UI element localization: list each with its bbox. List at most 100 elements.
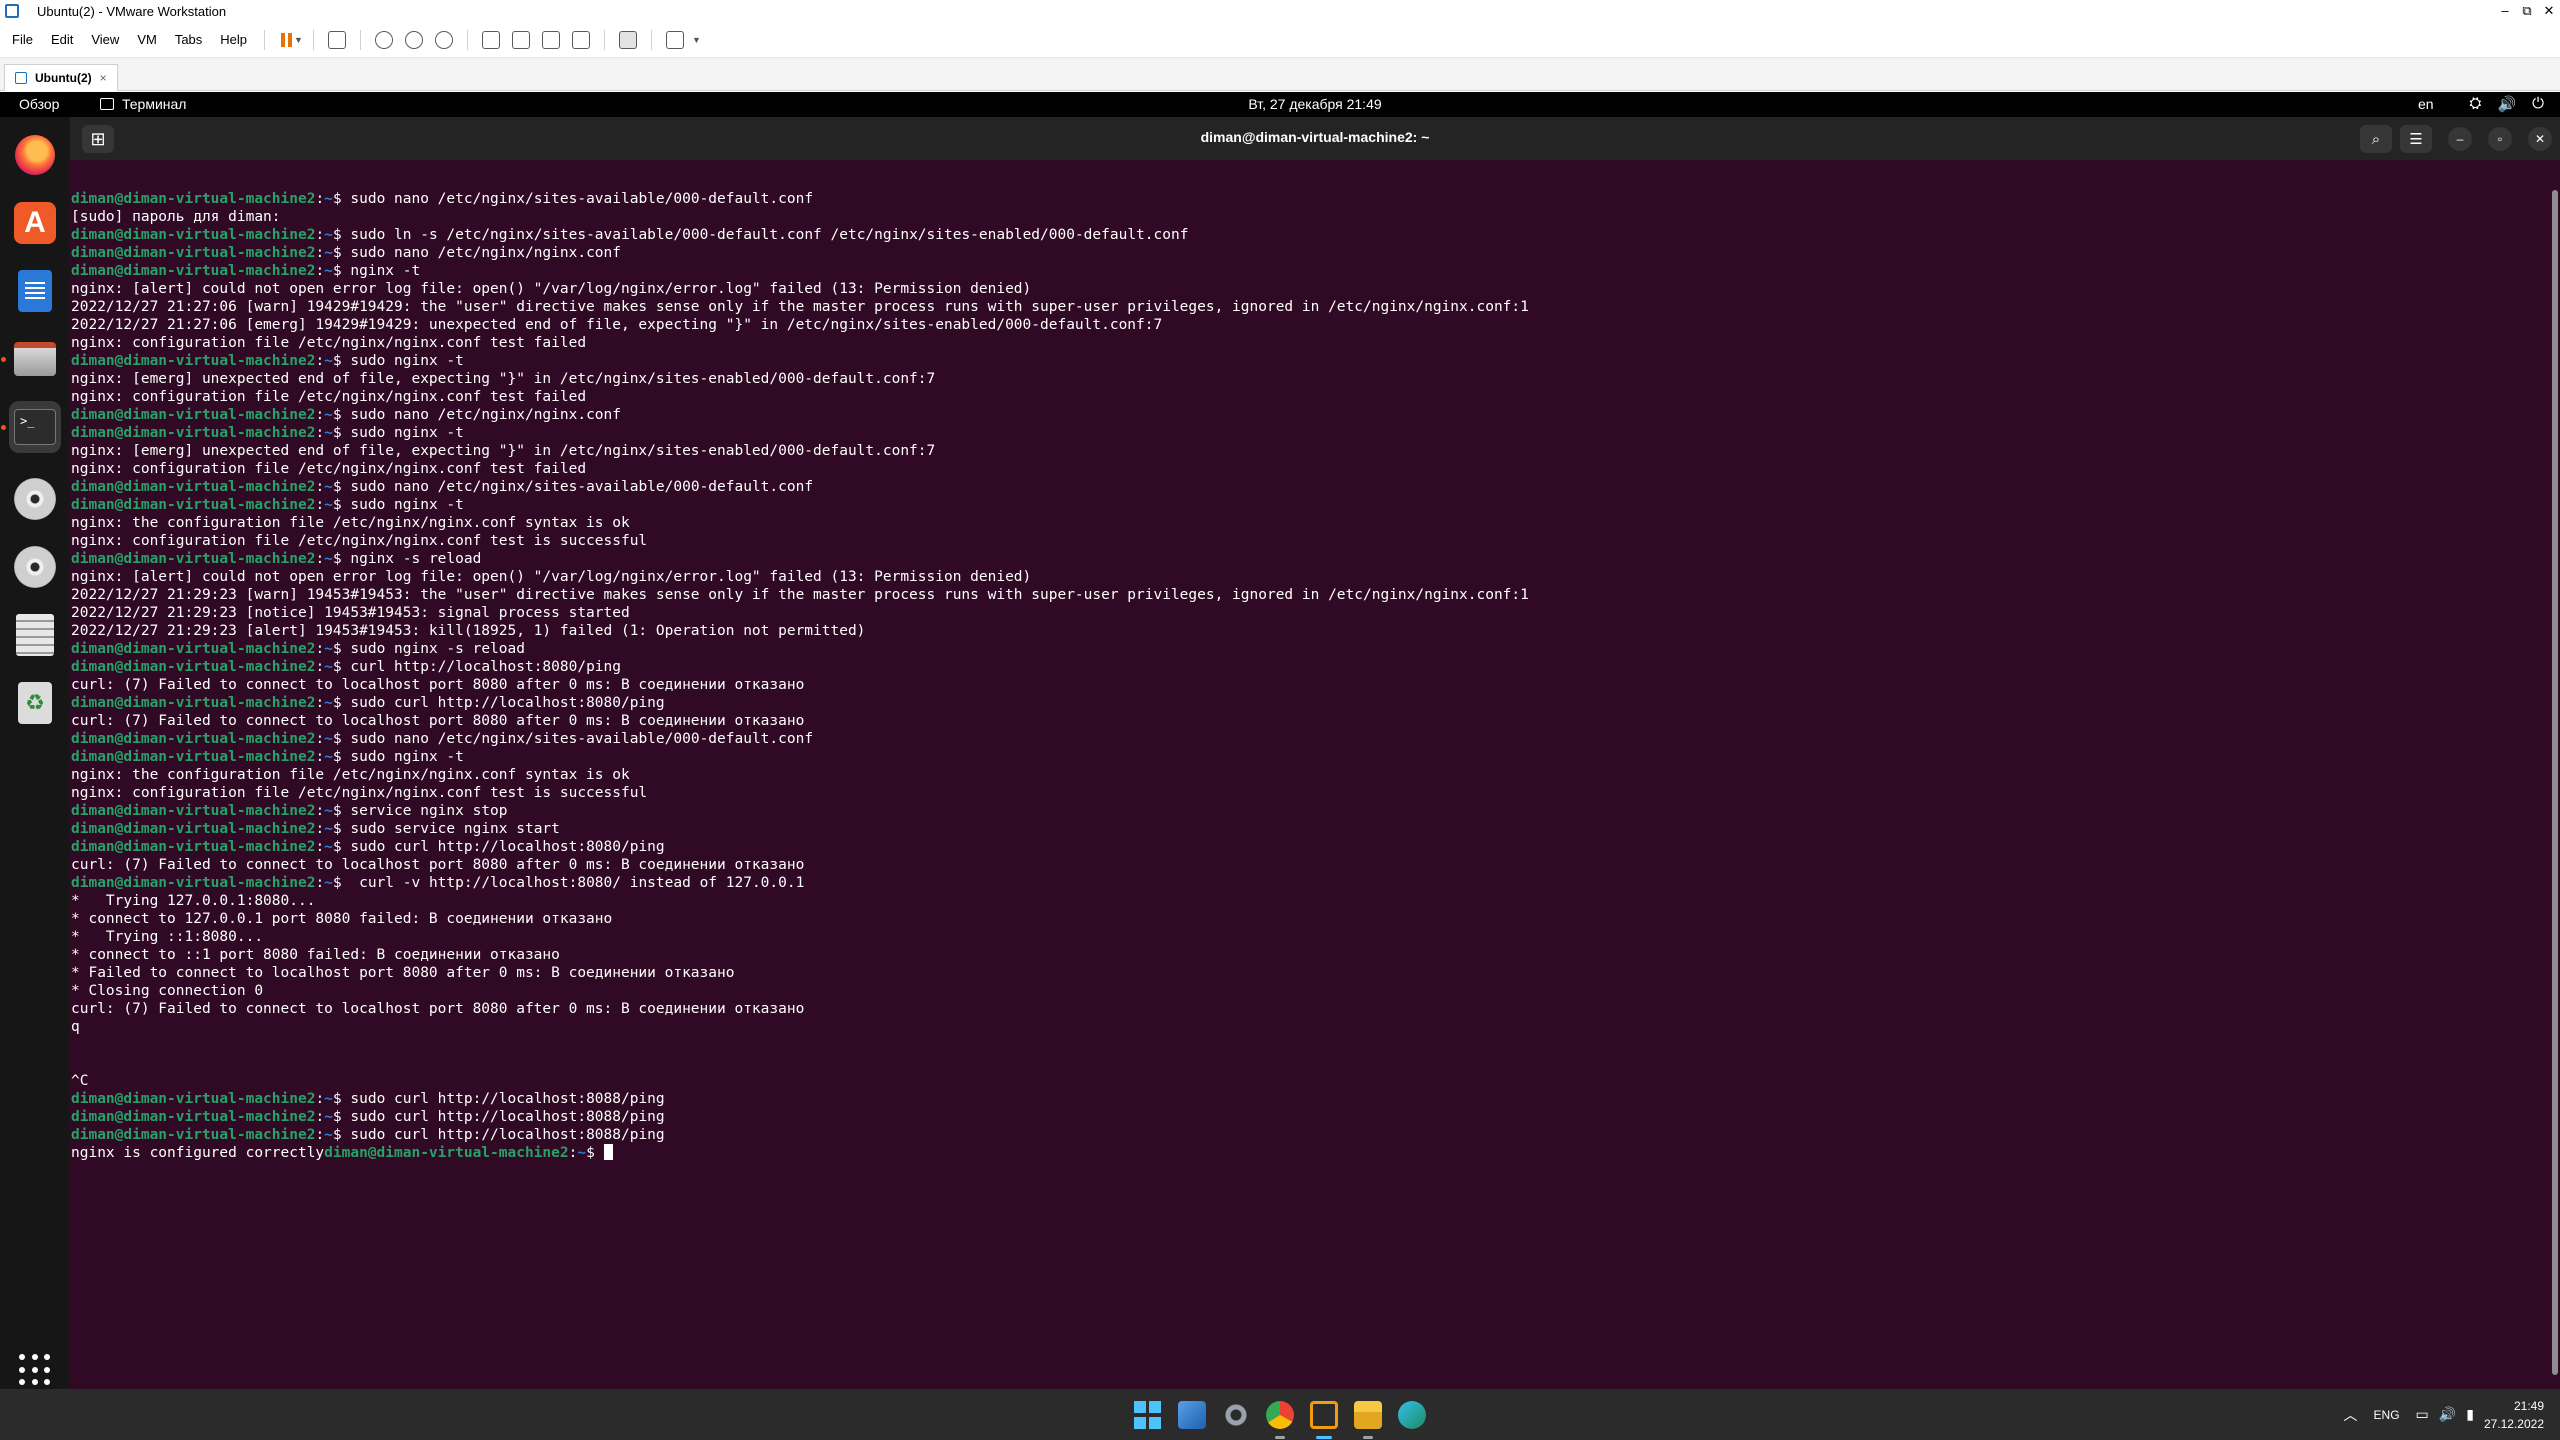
command-text: sudo nginx -t [350, 425, 464, 441]
terminal-line: * connect to 127.0.0.1 port 8080 failed:… [71, 910, 1529, 928]
minimize-button[interactable]: – [2494, 0, 2516, 22]
stretch-guest-icon[interactable] [665, 30, 684, 49]
menu-view[interactable]: View [82, 32, 128, 47]
dock-disc-2[interactable] [9, 541, 61, 593]
terminal-line: 2022/12/27 21:27:06 [emerg] 19429#19429:… [71, 316, 1529, 334]
menu-help[interactable]: Help [211, 32, 256, 47]
prompt-user-host: diman@diman-virtual-machine2 [71, 659, 316, 675]
output-text: * Failed to connect to localhost port 80… [71, 965, 735, 981]
command-text: nginx -s reload [350, 551, 482, 567]
search-icon[interactable]: ⌕ [2360, 125, 2392, 153]
terminal-line: diman@diman-virtual-machine2:~$ curl -v … [71, 875, 805, 891]
command-text: sudo curl http://localhost:8080/ping [350, 839, 665, 855]
keyboard-layout[interactable]: en [2418, 96, 2434, 112]
input-language[interactable]: ENG [2374, 1408, 2400, 1422]
terminal-window[interactable]: ⊞ diman@diman-virtual-machine2: ~ ⌕ ☰ – … [70, 117, 2560, 1389]
prompt-path: ~ [577, 1145, 587, 1161]
file-explorer-icon[interactable] [1354, 1401, 1382, 1429]
dock-disc-1[interactable] [9, 473, 61, 525]
output-text: 2022/12/27 21:29:23 [notice] 19453#19453… [71, 605, 630, 621]
prompt-user-host: diman@diman-virtual-machine2 [71, 551, 316, 567]
terminal-line: nginx: configuration file /etc/nginx/ngi… [71, 334, 1529, 352]
dock-writer[interactable] [9, 265, 61, 317]
chevron-up-icon[interactable]: ︿ [2344, 1405, 2358, 1425]
tab-close-icon[interactable]: × [100, 71, 107, 85]
menu-file[interactable]: File [0, 32, 42, 47]
system-tray[interactable]: ⛭ 🔊 ⏻ [2469, 95, 2544, 113]
snapshot-icon[interactable] [374, 30, 393, 49]
terminal-scrollbar[interactable] [2550, 160, 2560, 1389]
terminal-line: diman@diman-virtual-machine2:~$ nginx -t [71, 263, 421, 279]
vmware-icon[interactable] [1310, 1401, 1338, 1429]
minimize-icon[interactable]: – [2448, 127, 2472, 151]
terminal-line: 2022/12/27 21:27:06 [warn] 19429#19429: … [71, 298, 1529, 316]
prompt-path: ~ [324, 497, 333, 513]
optical-disc-icon [14, 546, 56, 588]
tab-ubuntu2[interactable]: Ubuntu(2) × [4, 64, 118, 91]
prompt-path: ~ [324, 749, 333, 765]
dock-firefox[interactable] [9, 129, 61, 181]
show-apps-icon[interactable] [19, 1354, 51, 1386]
close-window-button[interactable]: ✕ [2538, 0, 2560, 22]
active-indicator [1316, 1436, 1332, 1439]
dock-app-center[interactable]: A [9, 197, 61, 249]
edge-icon[interactable] [1398, 1401, 1426, 1429]
activities-button[interactable]: Обзор [19, 96, 59, 112]
restore-button[interactable]: ⧉ [2516, 0, 2538, 22]
headerbar-buttons: ⌕ ☰ – ▫ ✕ [2360, 125, 2552, 153]
volume-icon[interactable]: 🔊 [2439, 1406, 2456, 1423]
files-icon [14, 342, 56, 376]
clock-label[interactable]: Вт, 27 декабря 21:49 [1248, 96, 1381, 112]
dock-trash[interactable]: ♻ [9, 677, 61, 729]
menu-tabs[interactable]: Tabs [166, 32, 211, 47]
terminal-line: * Closing connection 0 [71, 982, 1529, 1000]
scrollbar-thumb[interactable] [2552, 190, 2558, 1375]
prompt-user-host: diman@diman-virtual-machine2 [71, 425, 316, 441]
network-icon[interactable]: ▭ [2416, 1406, 2429, 1423]
dock-floppy[interactable] [9, 609, 61, 661]
pause-dropdown-icon[interactable]: ▼ [294, 35, 303, 45]
prompt-path: ~ [324, 875, 333, 891]
dock-files[interactable] [9, 333, 61, 385]
terminal-line: diman@diman-virtual-machine2:~$ sudo cur… [71, 839, 665, 855]
prompt-path: ~ [324, 821, 333, 837]
maximize-icon[interactable]: ▫ [2488, 127, 2512, 151]
dock-terminal[interactable]: >_ [9, 401, 61, 453]
revert-snapshot-icon[interactable] [404, 30, 423, 49]
toolbar-separator [359, 29, 361, 50]
prompt-user-host: diman@diman-virtual-machine2 [71, 191, 316, 207]
command-text: sudo curl http://localhost:8088/ping [350, 1109, 665, 1125]
prompt-path: ~ [324, 191, 333, 207]
toolbar-separator [264, 29, 266, 50]
hamburger-menu-icon[interactable]: ☰ [2400, 125, 2432, 153]
prompt-user-host: diman@diman-virtual-machine2 [71, 749, 316, 765]
prompt-path: ~ [324, 1109, 333, 1125]
battery-icon[interactable]: ▮ [2466, 1406, 2474, 1423]
terminal-line: [sudo] пароль для diman: [71, 208, 1529, 226]
pause-icon[interactable] [281, 32, 293, 47]
settings-icon[interactable] [1222, 1401, 1250, 1429]
terminal-output[interactable]: diman@diman-virtual-machine2:~$ sudo nan… [71, 190, 1529, 1162]
send-ctrl-alt-del-icon[interactable] [327, 30, 346, 49]
output-text: * connect to 127.0.0.1 port 8080 failed:… [71, 911, 613, 927]
unity-icon[interactable] [571, 30, 590, 49]
prompt-user-host: diman@diman-virtual-machine2 [71, 695, 316, 711]
app-menu[interactable]: Терминал [100, 96, 186, 112]
optical-disc-icon [14, 478, 56, 520]
full-screen-icon[interactable] [541, 30, 560, 49]
terminal-line: nginx: configuration file /etc/nginx/ngi… [71, 388, 1529, 406]
close-icon[interactable]: ✕ [2528, 127, 2552, 151]
show-library-icon[interactable] [481, 30, 500, 49]
console-view-icon[interactable] [618, 30, 637, 49]
stretch-dropdown-icon[interactable]: ▼ [692, 35, 701, 45]
command-text: sudo nano /etc/nginx/nginx.conf [350, 245, 621, 261]
menu-edit[interactable]: Edit [42, 32, 82, 47]
thumbnail-bar-icon[interactable] [511, 30, 530, 49]
photos-icon[interactable] [1178, 1401, 1206, 1429]
snapshot-manager-icon[interactable] [434, 30, 453, 49]
chrome-icon[interactable] [1266, 1401, 1294, 1429]
taskbar-clock[interactable]: 21:49 27.12.2022 [2484, 1397, 2544, 1433]
menu-vm[interactable]: VM [128, 32, 166, 47]
windows-start-icon[interactable] [1134, 1401, 1162, 1429]
terminal-line: diman@diman-virtual-machine2:~$ service … [71, 803, 508, 819]
